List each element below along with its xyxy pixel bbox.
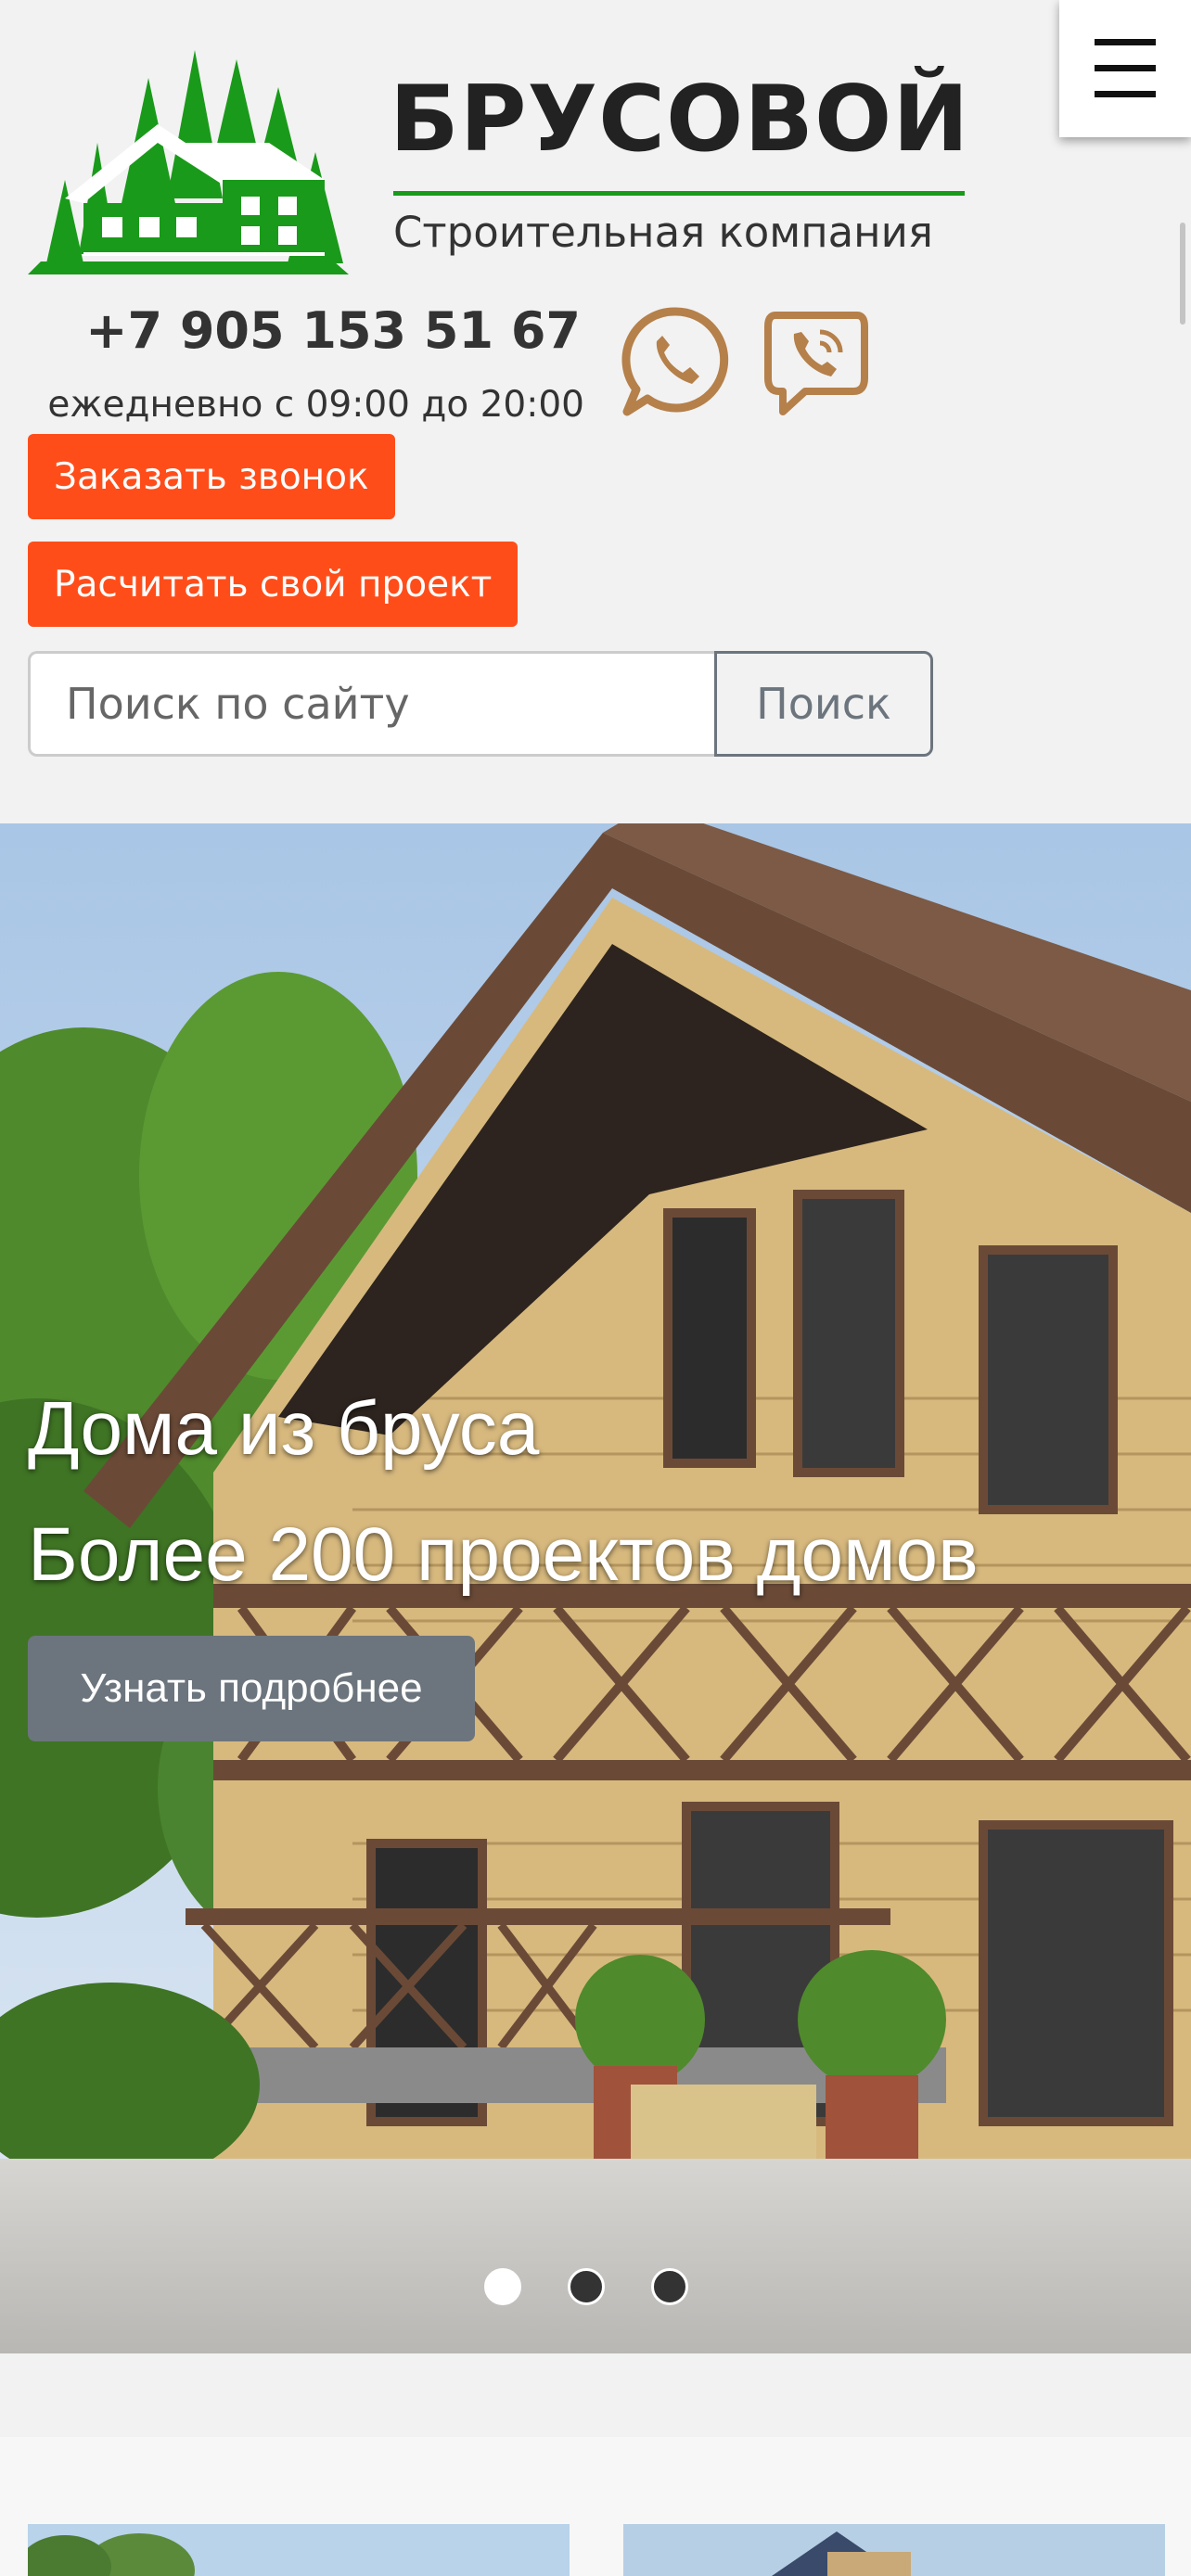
phone-number[interactable]: +7 905 153 51 67 — [28, 306, 581, 356]
project-card-2-image — [623, 2524, 1165, 2576]
learn-more-button[interactable]: Узнать подробнее — [28, 1636, 475, 1741]
burger-icon-line — [1095, 65, 1156, 71]
slider-dot-2[interactable] — [568, 2268, 605, 2305]
burger-icon-line — [1095, 91, 1156, 97]
page-scrollbar[interactable] — [1180, 223, 1185, 325]
whatsapp-icon[interactable] — [620, 306, 731, 419]
site-header: БРУСОВОЙ Строительная компания +7 905 15… — [0, 0, 1191, 823]
search-input[interactable]: Поиск по сайту — [28, 651, 714, 757]
project-card-1[interactable] — [28, 2524, 570, 2576]
brand-name[interactable]: БРУСОВОЙ — [390, 74, 969, 165]
menu-toggle-button[interactable] — [1059, 0, 1191, 137]
project-card-2[interactable] — [623, 2524, 1165, 2576]
search-button[interactable]: Поиск — [714, 651, 933, 757]
search-placeholder: Поиск по сайту — [66, 679, 410, 729]
slider-dot-3[interactable] — [651, 2268, 688, 2305]
viber-icon[interactable] — [761, 306, 872, 419]
logo-house-icon[interactable] — [28, 41, 349, 278]
brand-underline — [393, 191, 965, 196]
order-call-button[interactable]: Заказать звонок — [28, 434, 395, 519]
slider-dot-1[interactable] — [484, 2268, 521, 2305]
hero-title: Дома из бруса — [28, 1386, 540, 1471]
hero-subtitle: Более 200 проектов домов — [28, 1512, 979, 1597]
burger-icon — [1095, 39, 1156, 45]
working-hours: ежедневно с 09:00 до 20:00 — [47, 384, 584, 426]
brand-subtitle: Строительная компания — [393, 208, 933, 257]
project-card-1-image — [28, 2524, 570, 2576]
calc-project-button[interactable]: Расчитать свой проект — [28, 542, 519, 627]
